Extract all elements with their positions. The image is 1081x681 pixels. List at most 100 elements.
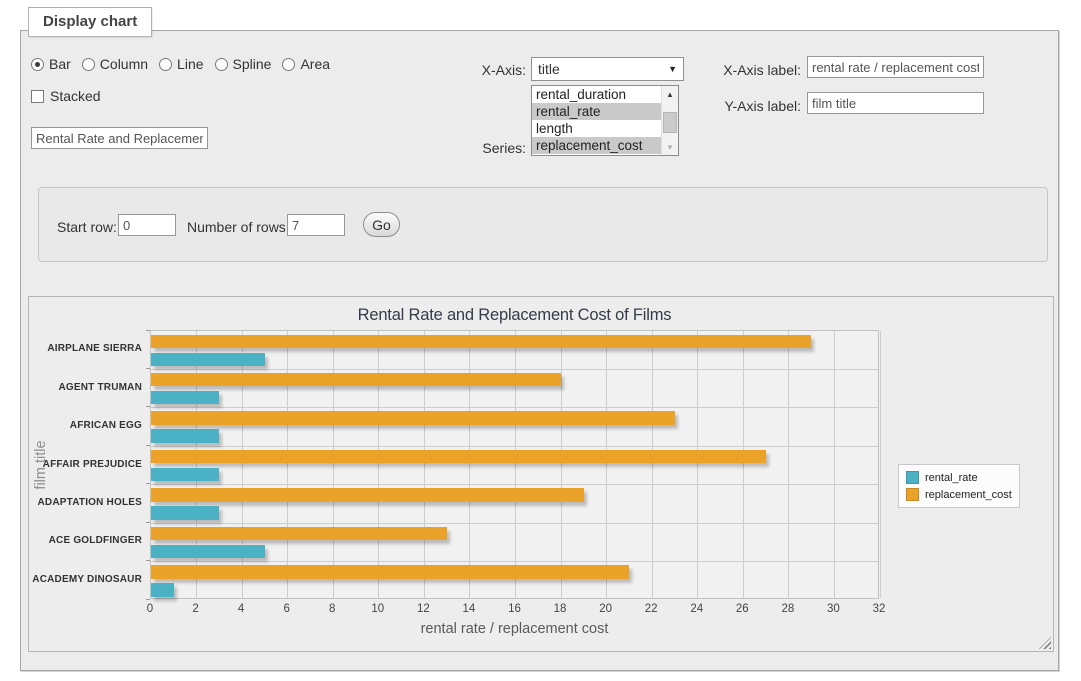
x-axis-select[interactable]: title ▼ bbox=[531, 57, 684, 81]
gridline bbox=[606, 331, 607, 598]
replacement_cost-bar bbox=[151, 373, 561, 387]
rental_rate-bar bbox=[151, 583, 174, 597]
category-label: ACE GOLDFINGER bbox=[30, 535, 142, 546]
gridline bbox=[287, 331, 288, 598]
chart-title: Rental Rate and Replacement Cost of Film… bbox=[150, 306, 879, 325]
radio-label: Spline bbox=[233, 56, 272, 72]
replacement_cost-bar bbox=[151, 450, 766, 464]
gridline bbox=[788, 331, 789, 598]
gridline bbox=[333, 331, 334, 598]
x-tick-label: 18 bbox=[545, 603, 575, 615]
x-tick-label: 4 bbox=[226, 603, 256, 615]
y-tick-mark bbox=[146, 599, 150, 600]
y-tick-mark bbox=[146, 330, 150, 331]
radio-label: Area bbox=[300, 56, 330, 72]
y-axis-label-caption: Y-Axis label: bbox=[691, 98, 801, 114]
start-row-input[interactable] bbox=[118, 214, 176, 236]
x-tick-label: 12 bbox=[408, 603, 438, 615]
radio-icon[interactable] bbox=[82, 58, 95, 71]
chart-type-radio-bar[interactable]: Bar bbox=[31, 56, 71, 72]
gridline bbox=[378, 331, 379, 598]
radio-label: Line bbox=[177, 56, 203, 72]
radio-icon[interactable] bbox=[282, 58, 295, 71]
stacked-checkbox[interactable] bbox=[31, 90, 44, 103]
series-option-rental_duration[interactable]: rental_duration bbox=[532, 86, 661, 103]
gridline bbox=[880, 331, 881, 598]
chart-legend: rental_ratereplacement_cost bbox=[898, 464, 1020, 508]
radio-icon[interactable] bbox=[215, 58, 228, 71]
category-label: AIRPLANE SIERRA bbox=[30, 343, 142, 354]
x-tick-label: 22 bbox=[636, 603, 666, 615]
radio-icon[interactable] bbox=[31, 58, 44, 71]
radio-label: Column bbox=[100, 56, 148, 72]
chart-type-radio-area[interactable]: Area bbox=[282, 56, 330, 72]
gridline bbox=[697, 331, 698, 598]
legend-item: replacement_cost bbox=[906, 486, 1012, 503]
chart-type-radio-group: Bar Column Line Spline Area bbox=[31, 56, 330, 72]
replacement_cost-bar bbox=[151, 411, 675, 425]
replacement_cost-bar bbox=[151, 527, 447, 541]
num-rows-input[interactable] bbox=[287, 214, 345, 236]
chart-type-radio-line[interactable]: Line bbox=[159, 56, 203, 72]
go-button[interactable]: Go bbox=[363, 212, 400, 237]
x-axis-label-input[interactable] bbox=[807, 56, 984, 78]
series-options: rental_durationrental_ratelengthreplacem… bbox=[532, 86, 661, 155]
gridline bbox=[424, 331, 425, 598]
chevron-down-icon: ▼ bbox=[668, 64, 677, 74]
scroll-down-icon[interactable]: ▼ bbox=[662, 139, 678, 155]
x-tick-label: 6 bbox=[272, 603, 302, 615]
x-tick-label: 26 bbox=[727, 603, 757, 615]
fieldset-legend: Display chart bbox=[28, 7, 152, 37]
num-rows-label: Number of rows: bbox=[187, 219, 290, 235]
radio-icon[interactable] bbox=[159, 58, 172, 71]
chart-container: Rental Rate and Replacement Cost of Film… bbox=[28, 296, 1054, 652]
x-tick-label: 32 bbox=[864, 603, 894, 615]
rental_rate-bar bbox=[151, 506, 219, 520]
rental_rate-bar bbox=[151, 429, 219, 443]
chart-type-radio-column[interactable]: Column bbox=[82, 56, 148, 72]
radio-label: Bar bbox=[49, 56, 71, 72]
y-tick-mark bbox=[146, 445, 150, 446]
x-tick-label: 0 bbox=[135, 603, 165, 615]
gridline bbox=[469, 331, 470, 598]
stacked-label: Stacked bbox=[50, 88, 101, 104]
series-scrollbar[interactable]: ▲ ▼ bbox=[661, 86, 678, 155]
x-tick-label: 14 bbox=[454, 603, 484, 615]
x-tick-label: 20 bbox=[591, 603, 621, 615]
gridline bbox=[561, 331, 562, 598]
stacked-checkbox-row[interactable]: Stacked bbox=[31, 88, 101, 104]
replacement_cost-bar bbox=[151, 488, 584, 502]
gridline bbox=[151, 561, 878, 562]
y-axis-title: film title bbox=[33, 410, 49, 520]
y-tick-mark bbox=[146, 406, 150, 407]
resize-handle-icon[interactable] bbox=[1039, 637, 1051, 649]
gridline bbox=[652, 331, 653, 598]
rental_rate-bar bbox=[151, 545, 265, 559]
chart-title-input[interactable] bbox=[31, 127, 208, 149]
scroll-up-icon[interactable]: ▲ bbox=[662, 86, 678, 102]
legend-label: replacement_cost bbox=[925, 489, 1012, 501]
x-tick-label: 10 bbox=[363, 603, 393, 615]
category-label: ACADEMY DINOSAUR bbox=[30, 574, 142, 585]
x-axis-title: rental rate / replacement cost bbox=[150, 621, 879, 637]
x-axis-label-caption: X-Axis label: bbox=[691, 62, 801, 78]
y-axis-label-input[interactable] bbox=[807, 92, 984, 114]
series-option-rental_rate[interactable]: rental_rate bbox=[532, 103, 661, 120]
series-listbox[interactable]: rental_durationrental_ratelengthreplacem… bbox=[531, 85, 679, 156]
gridline bbox=[151, 523, 878, 524]
x-tick-label: 30 bbox=[818, 603, 848, 615]
series-option-length[interactable]: length bbox=[532, 120, 661, 137]
scrollbar-thumb[interactable] bbox=[663, 112, 677, 133]
start-row-label: Start row: bbox=[57, 219, 117, 235]
plot-area bbox=[150, 330, 879, 599]
chart-type-radio-spline[interactable]: Spline bbox=[215, 56, 272, 72]
x-tick-label: 16 bbox=[500, 603, 530, 615]
y-tick-mark bbox=[146, 560, 150, 561]
gridline bbox=[151, 407, 878, 408]
rental_rate-bar bbox=[151, 353, 265, 367]
y-tick-mark bbox=[146, 368, 150, 369]
series-option-replacement_cost[interactable]: replacement_cost bbox=[532, 137, 661, 154]
replacement_cost-bar bbox=[151, 335, 811, 349]
rental_rate-bar bbox=[151, 391, 219, 405]
x-axis-select-label: X-Axis: bbox=[421, 62, 526, 78]
